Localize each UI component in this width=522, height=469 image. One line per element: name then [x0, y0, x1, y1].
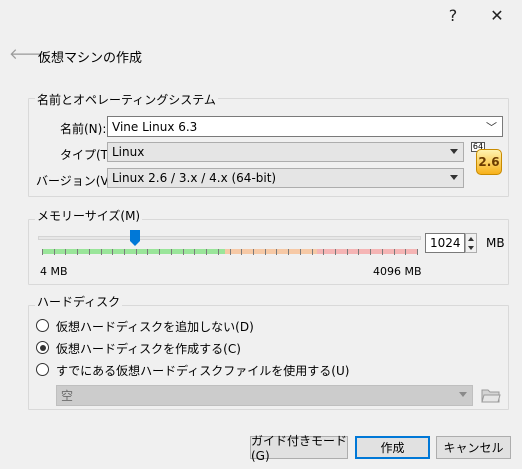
slider-tick [405, 249, 407, 255]
slider-tick [381, 249, 383, 255]
slider-tick [370, 249, 372, 255]
memory-input-value: 1024 [430, 236, 461, 250]
type-select-value: Linux [112, 145, 145, 159]
slider-tick [334, 249, 336, 255]
slider-tick [206, 249, 208, 255]
slider-tick [159, 249, 161, 255]
name-field[interactable]: Vine Linux 6.3 ﹀ [107, 116, 503, 137]
dropdown-arrow-icon [450, 175, 458, 180]
guided-mode-button[interactable]: ガイド付きモード(G) [250, 434, 348, 463]
slider-tick [194, 249, 196, 255]
radio-create-disk-label[interactable]: 仮想ハードディスクを作成する(C) [56, 340, 241, 357]
slider-tick [358, 249, 360, 255]
slider-tick [112, 249, 114, 255]
slider-tick [217, 249, 219, 255]
memory-unit-label: MB [486, 236, 505, 250]
version-label: バージョン(V): [36, 174, 118, 188]
slider-tick [393, 249, 395, 255]
existing-disk-select-value: 空 [61, 389, 74, 403]
radio-no-disk[interactable] [36, 319, 49, 332]
radio-use-existing-disk[interactable] [36, 363, 49, 376]
chevron-down-icon[interactable]: ﹀ [486, 119, 497, 135]
os-icon-version: 2.6 [476, 149, 502, 175]
type-select[interactable]: Linux [107, 142, 464, 162]
slider-tick [323, 249, 325, 255]
slider-tick [135, 249, 137, 255]
dropdown-arrow-icon [459, 392, 467, 397]
slider-tick [288, 249, 290, 255]
radio-use-existing-disk-label[interactable]: すでにある仮想ハードディスクファイルを使用する(U) [56, 362, 349, 379]
slider-tick [252, 249, 254, 255]
version-select[interactable]: Linux 2.6 / 3.x / 4.x (64-bit) [107, 168, 464, 188]
slider-tick [311, 249, 313, 255]
slider-tick [417, 249, 418, 255]
step-down-icon[interactable] [468, 246, 474, 250]
slider-tick [53, 249, 55, 255]
name-os-group-title: 名前とオペレーティングシステム [35, 91, 218, 108]
slider-tick [299, 249, 301, 255]
slider-tick [42, 249, 43, 255]
slider-tick [182, 249, 184, 255]
slider-track [38, 236, 421, 240]
radio-no-disk-label[interactable]: 仮想ハードディスクを追加しない(D) [56, 318, 254, 335]
slider-ticks [42, 249, 418, 255]
slider-tick [124, 249, 126, 255]
memory-stepper[interactable] [465, 233, 477, 253]
memory-min-label: 4 MB [40, 265, 68, 278]
name-label: 名前(N): [60, 122, 107, 136]
slider-tick [65, 249, 67, 255]
memory-slider[interactable] [38, 228, 421, 260]
page-title: 仮想マシンの作成 [38, 51, 143, 66]
radio-create-disk[interactable] [36, 341, 49, 354]
cancel-button[interactable]: キャンセル [436, 436, 511, 459]
slider-handle[interactable] [130, 230, 141, 246]
help-button[interactable]: ? [443, 6, 463, 25]
existing-disk-select[interactable]: 空 [56, 385, 473, 406]
folder-icon[interactable] [481, 386, 501, 404]
slider-tick [88, 249, 90, 255]
version-select-value: Linux 2.6 / 3.x / 4.x (64-bit) [112, 171, 277, 185]
slider-tick [264, 249, 266, 255]
slider-tick [100, 249, 102, 255]
slider-tick [170, 249, 172, 255]
create-button[interactable]: 作成 [355, 436, 430, 459]
step-up-icon[interactable] [468, 237, 474, 241]
slider-tick [241, 249, 243, 255]
memory-max-label: 4096 MB [373, 265, 422, 278]
slider-tick [147, 249, 149, 255]
slider-tick [229, 249, 231, 255]
name-field-value: Vine Linux 6.3 [112, 119, 198, 134]
dropdown-arrow-icon [450, 149, 458, 154]
memory-group-title: メモリーサイズ(M) [35, 207, 143, 224]
slider-tick [346, 249, 348, 255]
slider-tick [77, 249, 79, 255]
close-button[interactable]: ✕ [487, 6, 507, 25]
memory-input[interactable]: 1024 [425, 233, 465, 253]
harddisk-group-title: ハードディスク [35, 293, 123, 310]
slider-tick [276, 249, 278, 255]
os-linux-icon: 64 2.6 [471, 142, 503, 176]
